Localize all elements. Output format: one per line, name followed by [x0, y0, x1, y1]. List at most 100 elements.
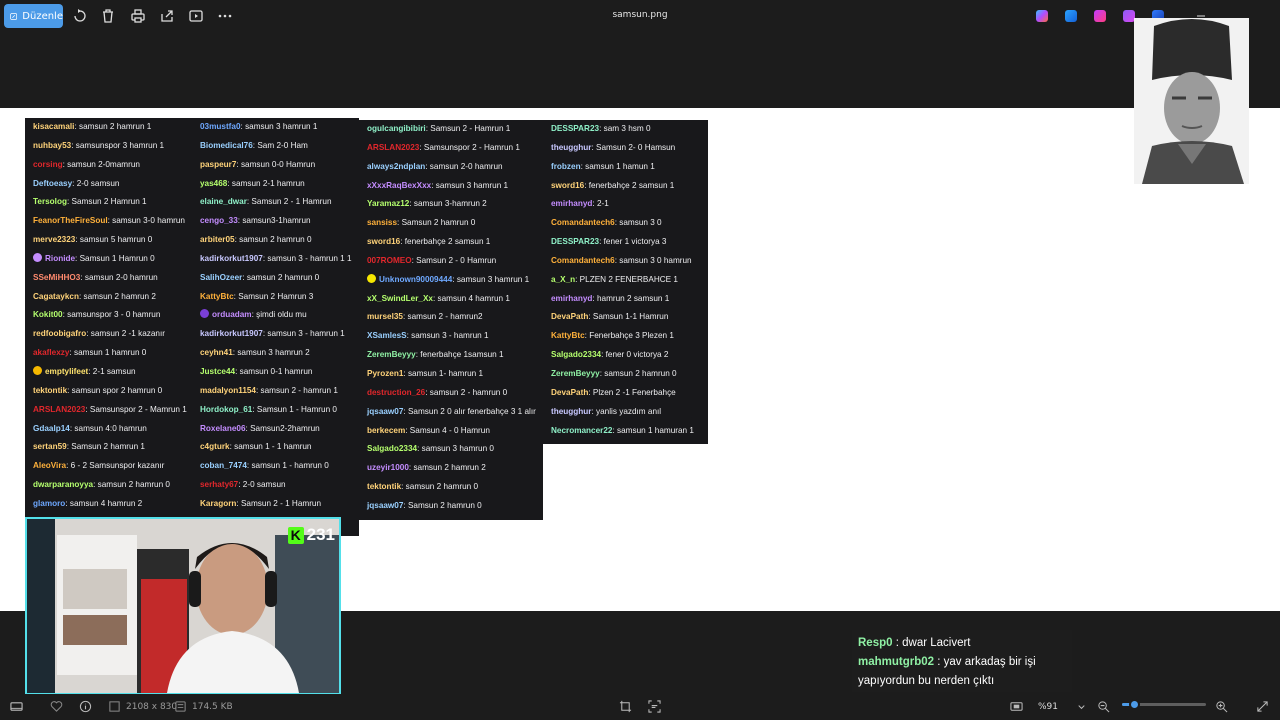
- chat-message: kadirkorkut1907: samsun 3 - hamrun 1 1: [192, 250, 359, 269]
- kick-viewer-badge: K 231: [287, 525, 335, 545]
- chat-text: : Samsun 1-1 Hamrun: [588, 312, 669, 322]
- chat-username: Karagorn: [200, 498, 237, 508]
- chat-username: cengo_33: [200, 216, 238, 226]
- chat-screenshot-1: kisacamali: samsun 2 hamrun 1 nuhbay53: s…: [25, 118, 192, 528]
- chat-text: : Sam 2-0 Ham: [252, 140, 308, 150]
- print-icon[interactable]: [130, 8, 146, 24]
- chat-username: theugghur: [551, 406, 592, 416]
- chat-username: Comandantech6: [551, 255, 615, 265]
- chat-text: : samsun 3 0 hamrun: [614, 255, 692, 265]
- chat-text: : samsun 1 - 1 hamrun: [229, 442, 312, 452]
- window-title: samsun.png: [612, 10, 668, 20]
- streamer-video: [27, 519, 339, 693]
- chat-text: : samsun 1 - hamrun 0: [246, 461, 329, 471]
- chat-username: Hordokop_61: [200, 404, 253, 414]
- photo-viewer-window: Düzenle samsun.png kisacamali: samsun 2 …: [0, 0, 1280, 720]
- chat-username: XSamlesS: [367, 331, 407, 341]
- chat-text: : samsun 1 hamrun 0: [69, 348, 147, 358]
- chat-username: FeanorTheFireSoul: [33, 216, 108, 226]
- chat-message: Karagorn: Samsun 2 - 1 Hamrun: [192, 495, 359, 514]
- clipchamp-icon[interactable]: [1094, 10, 1106, 22]
- rotate-icon[interactable]: [72, 8, 88, 24]
- chat-text: : samsun 2 hamrun 0: [242, 272, 320, 282]
- chat-username: 007ROMEO: [367, 255, 412, 265]
- chat-username: tektontik: [367, 482, 402, 492]
- chat-text: : Samsunspor 2 - Mamrun 1: [85, 404, 187, 414]
- chat-badge-icon: [33, 252, 42, 262]
- chat-username: emirhanyd: [551, 293, 593, 303]
- viewer-count: 231: [306, 525, 335, 544]
- chat-text: : samsun 5 hamrun 0: [75, 235, 153, 245]
- chat-username: jqsaaw07: [367, 500, 404, 510]
- zoom-slider-thumb[interactable]: [1128, 699, 1140, 710]
- chat-badge-icon: [200, 309, 209, 319]
- chat-message: yas468: samsun 2-1 hamrun: [192, 175, 359, 194]
- edit-button-label: Düzenle: [22, 10, 63, 22]
- chat-username: DevaPath: [551, 312, 589, 322]
- file-size: 174.5 KB: [174, 700, 233, 713]
- chat-message: coban_7474: samsun 1 - hamrun 0: [192, 457, 359, 476]
- chat-message: berkecem: Samsun 4 - 0 Hamrun: [359, 422, 543, 441]
- slideshow-icon[interactable]: [188, 8, 204, 24]
- chat-message: DESSPAR23: sam 3 hsm 0: [543, 120, 708, 139]
- chat-username: berkecem: [367, 425, 406, 435]
- chat-username: ogulcangibibiri: [367, 124, 426, 133]
- chat-username: redfoobigafro: [33, 329, 87, 339]
- chat-text: : fener 1 victorya 3: [599, 237, 667, 247]
- chat-text: : samsun 3 - hamrun 1 1: [262, 253, 352, 263]
- chat-message: Salgado2334: fener 0 victorya 2: [543, 346, 708, 365]
- crop-icon[interactable]: [619, 700, 632, 713]
- edit-button[interactable]: Düzenle: [4, 4, 63, 28]
- chevron-down-icon: [1078, 705, 1085, 710]
- chat-username: coban_7474: [200, 461, 247, 471]
- chat-text: : samsun 2-0 hamrun: [80, 272, 158, 282]
- zoom-dropdown[interactable]: %91: [1038, 700, 1088, 713]
- delete-icon[interactable]: [100, 8, 116, 24]
- kick-logo-icon: K: [287, 526, 304, 544]
- more-icon[interactable]: [217, 8, 233, 24]
- fullscreen-icon[interactable]: [1256, 700, 1269, 713]
- fit-to-window-icon[interactable]: [1010, 700, 1023, 713]
- chat-text: : samsun 2 hamrun 0: [599, 368, 677, 378]
- chat-text: : 2-1: [592, 199, 609, 209]
- text-recognize-icon[interactable]: [648, 700, 661, 713]
- favorite-icon[interactable]: [50, 700, 63, 713]
- overlay-chat-message: Resp0 : dwar Lacivert: [858, 637, 971, 649]
- chat-username: DESSPAR23: [551, 124, 600, 133]
- chat-text: : samsun 2 hamrun 0: [234, 235, 312, 245]
- chat-screenshot-4: DESSPAR23: sam 3 hsm 0 theugghur : Samsun …: [543, 120, 708, 444]
- live-chat-overlay: Resp0 : dwar Lacivert mahmutgrb02 : yav …: [852, 630, 1072, 692]
- chat-text: : Samsun 2 Hamrun 1: [66, 197, 147, 207]
- chat-text: : Samsun 2 hamrun 0: [397, 218, 476, 228]
- copilot-icon[interactable]: [1036, 10, 1048, 22]
- chat-text: : PLZEN 2 FENERBAHCE 1: [575, 274, 678, 284]
- chat-username: sansiss: [367, 218, 398, 228]
- chat-username: glamoro: [33, 498, 66, 508]
- chat-username: mursel35: [367, 312, 403, 322]
- zoom-in-icon[interactable]: [1215, 700, 1228, 713]
- zoom-slider[interactable]: [1122, 699, 1206, 710]
- chat-text: : samsun 3 hamrun 1: [431, 180, 509, 190]
- zoom-out-icon[interactable]: [1097, 700, 1110, 713]
- chat-message: ZeremBeyyy: fenerbahçe 1samsun 1: [359, 346, 543, 365]
- chat-message: merve2323: samsun 5 hamrun 0: [25, 231, 192, 250]
- chat-username: elaine_dwar: [200, 197, 247, 207]
- share-icon[interactable]: [159, 8, 175, 24]
- chat-message: KattyBtc: Fenerbahçe 3 Plezen 1: [543, 327, 708, 346]
- chat-message: ogulcangibibiri: Samsun 2 - Hamrun 1: [359, 120, 543, 139]
- info-icon[interactable]: [79, 700, 92, 713]
- chat-message: sansiss: Samsun 2 hamrun 0: [359, 214, 543, 233]
- chat-username: kisacamali: [33, 122, 75, 131]
- chat-username: c4gturk: [200, 442, 230, 452]
- chat-message: DevaPath: Samsun 1-1 Hamrun: [543, 308, 708, 327]
- chat-username: ceyhn41: [200, 348, 233, 358]
- file-size-icon: [175, 701, 186, 712]
- chat-message: Necromancer22: samsun 1 hamuran 1: [543, 422, 708, 441]
- chat-username: ZeremBeyyy: [367, 350, 416, 360]
- paint-icon[interactable]: [1065, 10, 1077, 22]
- filmstrip-icon[interactable]: [10, 700, 23, 713]
- chat-username: sword16: [551, 180, 585, 190]
- status-bar: 2108 x 830 174.5 KB %91: [0, 694, 1280, 720]
- chat-message: always2ndplan: samsun 2-0 hamrun: [359, 158, 543, 177]
- chat-message: uzeyir1000: samsun 2 hamrun 2: [359, 459, 543, 478]
